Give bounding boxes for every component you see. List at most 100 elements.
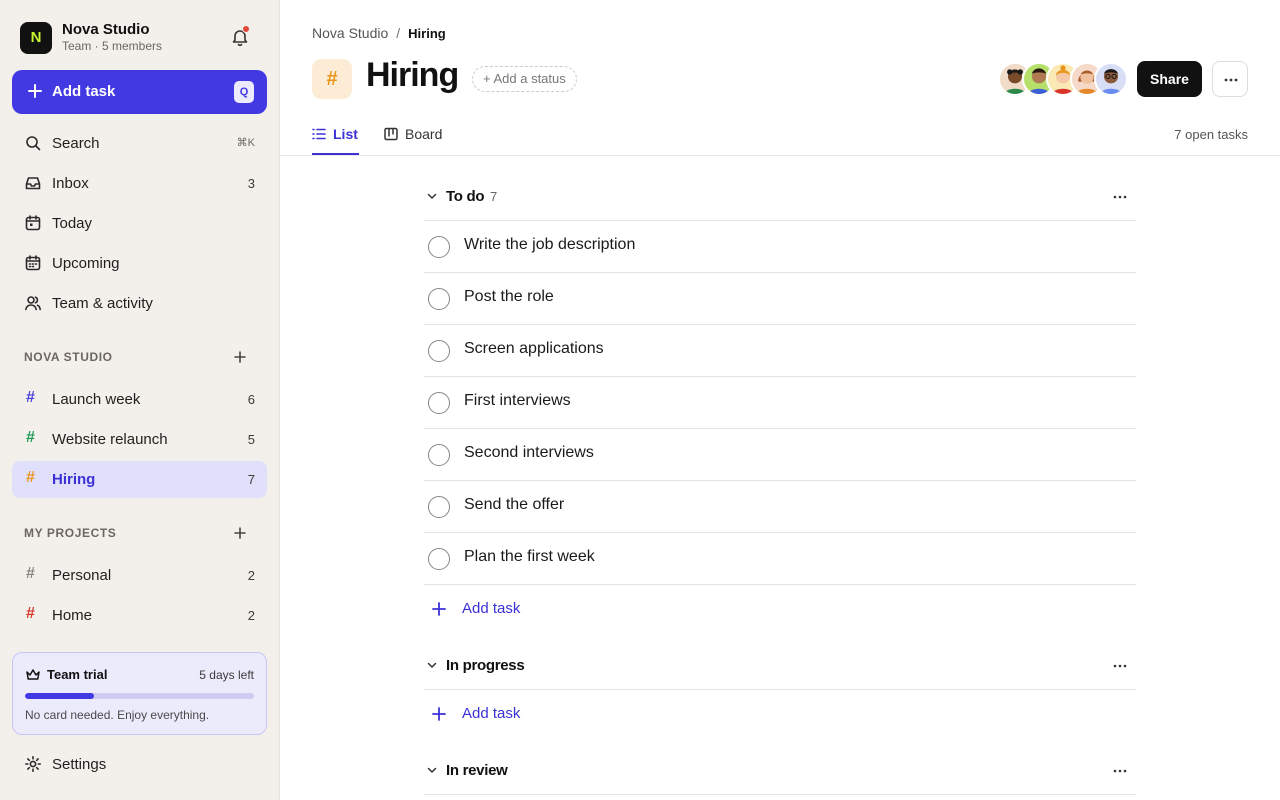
calendar-today-icon [25,215,41,231]
breadcrumb-parent[interactable]: Nova Studio [312,25,388,41]
chevron-down-icon[interactable] [426,764,438,776]
add-status-chip[interactable]: + Add a status [472,66,577,92]
trial-title: Team trial [47,667,108,682]
plus-icon [28,84,42,98]
hash-icon: # [26,565,35,582]
add-task-button[interactable]: Add task [424,594,624,624]
member-avatars[interactable] [998,62,1128,96]
project-count: 7 [247,472,255,487]
section-header-in-progress[interactable]: In progress [424,642,1136,690]
task-row[interactable]: Second interviews [424,429,1136,481]
inbox-icon [25,177,41,190]
project-label: Hiring [52,471,96,488]
nav-label: Team & activity [52,295,153,312]
section-count: 7 [490,189,498,204]
section-header-in-review[interactable]: In review [424,747,1136,795]
nav-inbox[interactable]: Inbox 3 [12,165,267,201]
add-project-icon[interactable] [232,525,248,541]
task-title: Second interviews [464,444,594,461]
sidebar: N Nova Studio Team · 5 members Add task … [0,0,280,800]
nav-label: Today [52,215,93,232]
team-trial-card[interactable]: Team trial 5 days left No card needed. E… [12,652,267,735]
open-tasks-count: 7 open tasks [1174,127,1248,142]
search-icon [26,136,41,151]
hash-icon: # [26,469,35,486]
nav-label: Settings [52,756,107,773]
page-title: Hiring [366,56,459,94]
chevron-down-icon[interactable] [426,659,438,671]
nav-search[interactable]: Search ⌘K [12,125,267,161]
add-task-button[interactable]: Add task Q [12,70,267,114]
section-name: In review [446,762,508,779]
project-launch-week[interactable]: # Launch week 6 [12,381,267,417]
breadcrumb: Nova Studio / Hiring [312,25,446,41]
chevron-down-icon[interactable] [426,190,438,202]
inbox-count: 3 [247,176,255,191]
task-checkbox[interactable] [428,392,450,414]
nav-label: Inbox [52,175,89,192]
task-row[interactable]: Screen applications [424,325,1136,377]
trial-note: No card needed. Enjoy everything. [25,708,210,722]
task-checkbox[interactable] [428,496,450,518]
nav-team-activity[interactable]: Team & activity [12,285,267,321]
search-shortcut: ⌘K [236,137,255,149]
workspace-logo: N [20,22,52,54]
add-task-button[interactable]: Add task [424,699,624,729]
project-count: 5 [247,432,255,447]
nav-today[interactable]: Today [12,205,267,241]
list-icon [312,128,326,140]
project-icon[interactable]: # [312,59,352,99]
section-heading-team: NOVA STUDIO [24,350,113,364]
share-button[interactable]: Share [1137,61,1202,97]
trial-progress-bar [25,693,254,699]
project-label: Website relaunch [52,431,168,448]
task-checkbox[interactable] [428,288,450,310]
project-personal[interactable]: # Personal 2 [12,557,267,593]
team-icon [25,296,41,311]
task-row[interactable]: First interviews [424,377,1136,429]
task-row[interactable]: Send the offer [424,481,1136,533]
nav-upcoming[interactable]: Upcoming [12,245,267,281]
more-options-button[interactable] [1212,61,1248,97]
add-project-icon[interactable] [232,349,248,365]
project-website-relaunch[interactable]: # Website relaunch 5 [12,421,267,457]
more-horizontal-icon[interactable] [1112,189,1128,205]
task-title: Post the role [464,288,554,305]
task-checkbox[interactable] [428,548,450,570]
avatar [1094,62,1128,96]
task-row[interactable]: Plan the first week [424,533,1136,585]
project-hiring[interactable]: # Hiring 7 [12,461,267,498]
task-checkbox[interactable] [428,444,450,466]
notification-dot [242,25,250,33]
plus-icon [432,602,446,616]
more-horizontal-icon[interactable] [1112,763,1128,779]
task-row[interactable]: Post the role [424,273,1136,325]
add-task-label: Add task [462,600,521,617]
task-title: Plan the first week [464,548,595,565]
hash-icon: # [26,605,35,622]
workspace-name: Nova Studio [62,21,150,38]
add-task-label: Add task [462,705,521,722]
plus-icon [432,707,446,721]
section-header-todo[interactable]: To do 7 [424,173,1136,221]
more-horizontal-icon[interactable] [1112,658,1128,674]
project-count: 2 [247,608,255,623]
nav-label: Search [52,135,100,152]
tab-board[interactable]: Board [384,123,448,155]
tab-label: List [333,126,358,142]
breadcrumb-separator: / [396,25,401,41]
tab-list[interactable]: List [312,123,359,155]
task-checkbox[interactable] [428,340,450,362]
nav-settings[interactable]: Settings [12,746,267,782]
hash-icon: # [26,429,35,446]
workspace-switcher[interactable]: N Nova Studio Team · 5 members [20,21,260,55]
task-title: Send the offer [464,496,565,513]
task-title: Write the job description [464,236,636,253]
trial-progress-fill [25,693,94,699]
gear-icon [25,756,41,772]
add-task-label: Add task [52,83,116,100]
breadcrumb-current: Hiring [408,26,446,41]
task-row[interactable]: Write the job description [424,221,1136,273]
task-checkbox[interactable] [428,236,450,258]
project-home[interactable]: # Home 2 [12,597,267,633]
